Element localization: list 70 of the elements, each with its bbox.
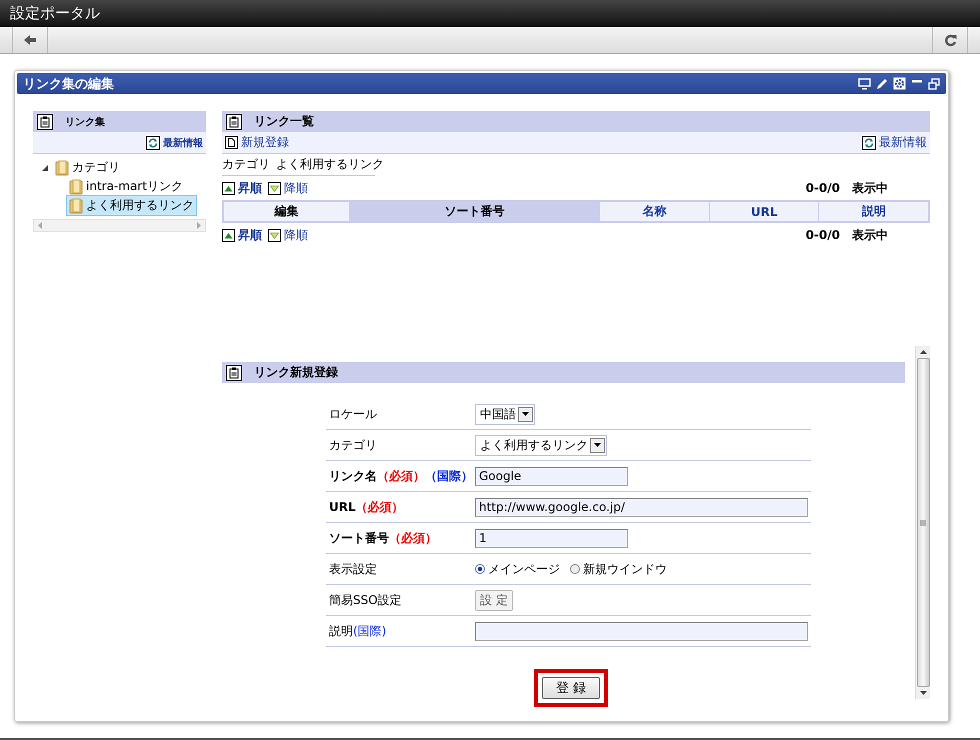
- dropdown[interactable]: 中国語: [475, 404, 535, 424]
- grip-icon: [920, 520, 926, 526]
- field-label: ロケール: [328, 406, 378, 422]
- clipboard-icon: [226, 364, 242, 380]
- column-header[interactable]: 説明: [819, 202, 928, 221]
- display-status: 表示中: [852, 226, 888, 244]
- reload-icon: [944, 34, 956, 46]
- refresh-icon: [146, 136, 160, 150]
- refresh-link[interactable]: 最新情報: [146, 136, 203, 150]
- section-title: リンク新規登録: [254, 364, 338, 381]
- tree-item[interactable]: カテゴリ: [52, 157, 123, 178]
- field-label: カテゴリ: [328, 436, 378, 454]
- reload-button[interactable]: [932, 27, 968, 53]
- refresh-icon: [862, 136, 876, 150]
- input-field[interactable]: Google: [475, 466, 628, 486]
- scroll-up-icon[interactable]: [920, 350, 926, 354]
- new-link[interactable]: 新規登録: [225, 134, 289, 151]
- sort-descending-link[interactable]: 降順: [268, 226, 308, 244]
- folder-icon: [55, 160, 69, 176]
- record-count: 0-0/0: [806, 228, 840, 242]
- field-label: 簡易SSO設定: [328, 592, 403, 608]
- document-icon: [225, 136, 238, 149]
- clipboard-icon: [37, 114, 53, 130]
- radio-button[interactable]: [475, 564, 485, 574]
- category-label: カテゴリ: [222, 156, 270, 173]
- settings-button[interactable]: 設 定: [475, 590, 513, 610]
- field-label: URL（必須）: [328, 498, 405, 516]
- dropdown-arrow-icon: [522, 412, 529, 416]
- radio-button[interactable]: [570, 564, 580, 574]
- back-arrow-icon: [23, 34, 37, 46]
- sort-descending-link[interactable]: 降順: [268, 180, 308, 196]
- back-button[interactable]: [12, 27, 48, 53]
- section-title: リンク一覧: [254, 113, 314, 130]
- field-label: 説明(国際): [328, 622, 388, 640]
- column-header: 編集: [224, 202, 349, 221]
- tree-item[interactable]: よく利用するリンク: [66, 195, 197, 216]
- scroll-thumb[interactable]: [916, 358, 930, 687]
- clipboard-icon: [226, 114, 242, 130]
- sort-ascending-link[interactable]: 昇順: [222, 180, 262, 196]
- settings-icon[interactable]: [893, 77, 906, 90]
- radio-option[interactable]: 新規ウインドウ: [570, 560, 667, 578]
- expand-triangle-icon[interactable]: [41, 164, 49, 172]
- dropdown[interactable]: よく利用するリンク: [475, 434, 607, 456]
- restore-icon[interactable]: [928, 78, 940, 90]
- radio-option[interactable]: メインページ: [475, 560, 560, 578]
- record-count: 0-0/0: [806, 181, 840, 195]
- field-label: 表示設定: [328, 560, 378, 578]
- window-title: 設定ポータル: [10, 4, 100, 23]
- input-field[interactable]: 1: [475, 528, 628, 548]
- scroll-down-icon[interactable]: [920, 691, 926, 695]
- vertical-scrollbar[interactable]: [915, 346, 930, 699]
- portlet-title: リンク集の編集: [23, 76, 115, 92]
- column-header[interactable]: 名称: [600, 202, 709, 221]
- category-value: よく利用するリンク: [276, 156, 384, 173]
- sort-ascending-link[interactable]: 昇順: [222, 226, 262, 244]
- register-button[interactable]: 登 録: [542, 677, 600, 699]
- section-title: リンク集: [65, 116, 105, 128]
- input-field[interactable]: [475, 622, 808, 640]
- dropdown-arrow-icon: [594, 443, 601, 447]
- field-label: リンク名（必須）（国際）: [328, 468, 474, 484]
- monitor-icon[interactable]: [858, 78, 871, 90]
- pencil-icon[interactable]: [876, 78, 888, 90]
- input-field[interactable]: http://www.google.co.jp/: [475, 498, 808, 516]
- display-status: 表示中: [852, 180, 888, 196]
- tree-item[interactable]: intra-martリンク: [66, 176, 186, 197]
- field-label: ソート番号（必須）: [328, 530, 438, 546]
- refresh-link[interactable]: 最新情報: [862, 134, 927, 151]
- folder-icon: [69, 178, 83, 194]
- folder-icon: [69, 198, 83, 214]
- column-header[interactable]: URL: [710, 202, 818, 221]
